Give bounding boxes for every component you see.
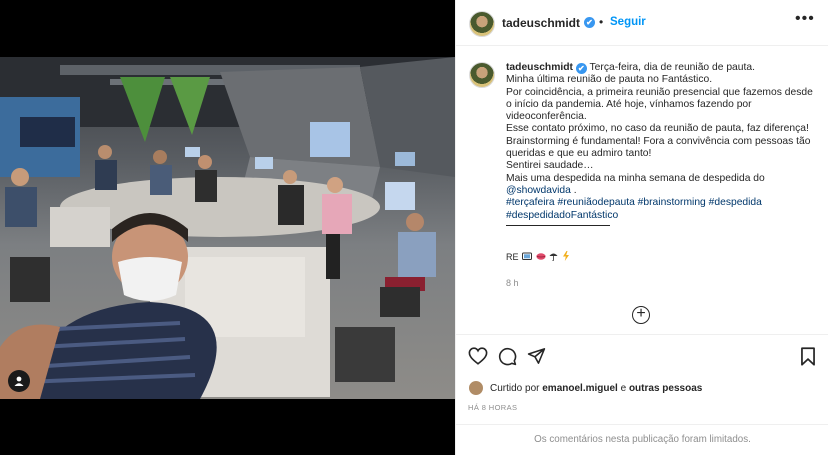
author-username[interactable]: tadeuschmidt (502, 16, 580, 30)
lips-icon (535, 252, 546, 263)
author-avatar[interactable] (469, 11, 495, 37)
caption-section: tadeuschmidt ✔ Terça-feira, dia de reuni… (456, 46, 828, 334)
umbrella-icon (549, 252, 558, 263)
verified-badge-icon: ✔ (584, 17, 595, 28)
like-heart-icon[interactable] (468, 347, 488, 370)
caption-text: tadeuschmidt ✔ Terça-feira, dia de reuni… (506, 62, 818, 226)
liked-by-others-link[interactable]: outras pessoas (629, 383, 702, 394)
post-actions: Curtido por emanoel.miguel e outras pess… (456, 334, 828, 454)
caption-verified-icon: ✔ (575, 63, 587, 74)
comments-limited-notice: Os comentários nesta publicação foram li… (456, 424, 828, 455)
post-time-ago[interactable]: HÁ 8 HORAS (468, 403, 517, 412)
emoji-row: RE (506, 251, 571, 263)
caption-line-0: Terça-feira, dia de reunião de pauta. (589, 62, 755, 73)
caption-line-7: queridas e que eu admiro tanto! (506, 148, 652, 160)
lightning-icon (562, 251, 570, 263)
caption-line-9: Mais uma despedida na minha semana de de… (506, 172, 765, 184)
hashtags-line-1[interactable]: #terçafeira #reuniãodepauta #brainstormi… (506, 197, 818, 209)
more-options-icon[interactable]: ••• (795, 11, 815, 30)
post-media[interactable] (0, 0, 455, 455)
liked-by-prefix: Curtido por (490, 382, 540, 394)
caption-line-8: Sentirei saudade… (506, 160, 594, 172)
header-separator: • (599, 15, 604, 29)
mention-suffix: . (570, 184, 577, 196)
caption-line-1: Minha última reunião de pauta no Fantást… (506, 74, 713, 86)
liked-by-row: Curtido por emanoel.miguel e outras pess… (468, 380, 702, 396)
caption-line-2: Por coincidência, a primeira reunião pre… (506, 86, 813, 98)
share-send-icon[interactable] (527, 347, 546, 370)
caption-author-username[interactable]: tadeuschmidt (506, 62, 573, 73)
liked-by-conjunction: e (620, 382, 627, 394)
load-more-comments-icon[interactable]: + (632, 306, 650, 324)
hashtags-line-2[interactable]: #despedidadoFantástico (506, 210, 818, 222)
liker-avatar[interactable] (468, 380, 484, 396)
tagged-user-icon[interactable] (8, 370, 30, 392)
caption-author-avatar[interactable] (469, 62, 495, 88)
caption-line-3: o início da pandemia. Até hoje, vínhamos… (506, 98, 752, 110)
tv-icon (522, 252, 533, 263)
caption-timestamp[interactable]: 8 h (506, 278, 519, 288)
emoji-prefix: RE (506, 252, 519, 262)
caption-divider (506, 224, 610, 226)
comment-bubble-icon[interactable] (498, 347, 517, 371)
caption-line-6: Brainstorming é fundamental! Fora a conv… (506, 135, 811, 147)
liked-by-user-link[interactable]: emanoel.miguel (542, 383, 618, 394)
post-header: tadeuschmidt ✔ • Seguir ••• (456, 0, 828, 46)
newsroom-selfie-image (0, 57, 455, 399)
post-side-panel: tadeuschmidt ✔ • Seguir ••• tadeuschmidt… (455, 0, 828, 455)
caption-line-5: Esse contato próximo, no caso da reunião… (506, 123, 809, 135)
follow-button[interactable]: Seguir (610, 16, 646, 28)
post-photo[interactable] (0, 57, 455, 399)
save-bookmark-icon[interactable] (800, 347, 816, 371)
caption-line-4: videoconferência. (506, 111, 587, 123)
mention-link[interactable]: @showdavida (506, 185, 571, 196)
